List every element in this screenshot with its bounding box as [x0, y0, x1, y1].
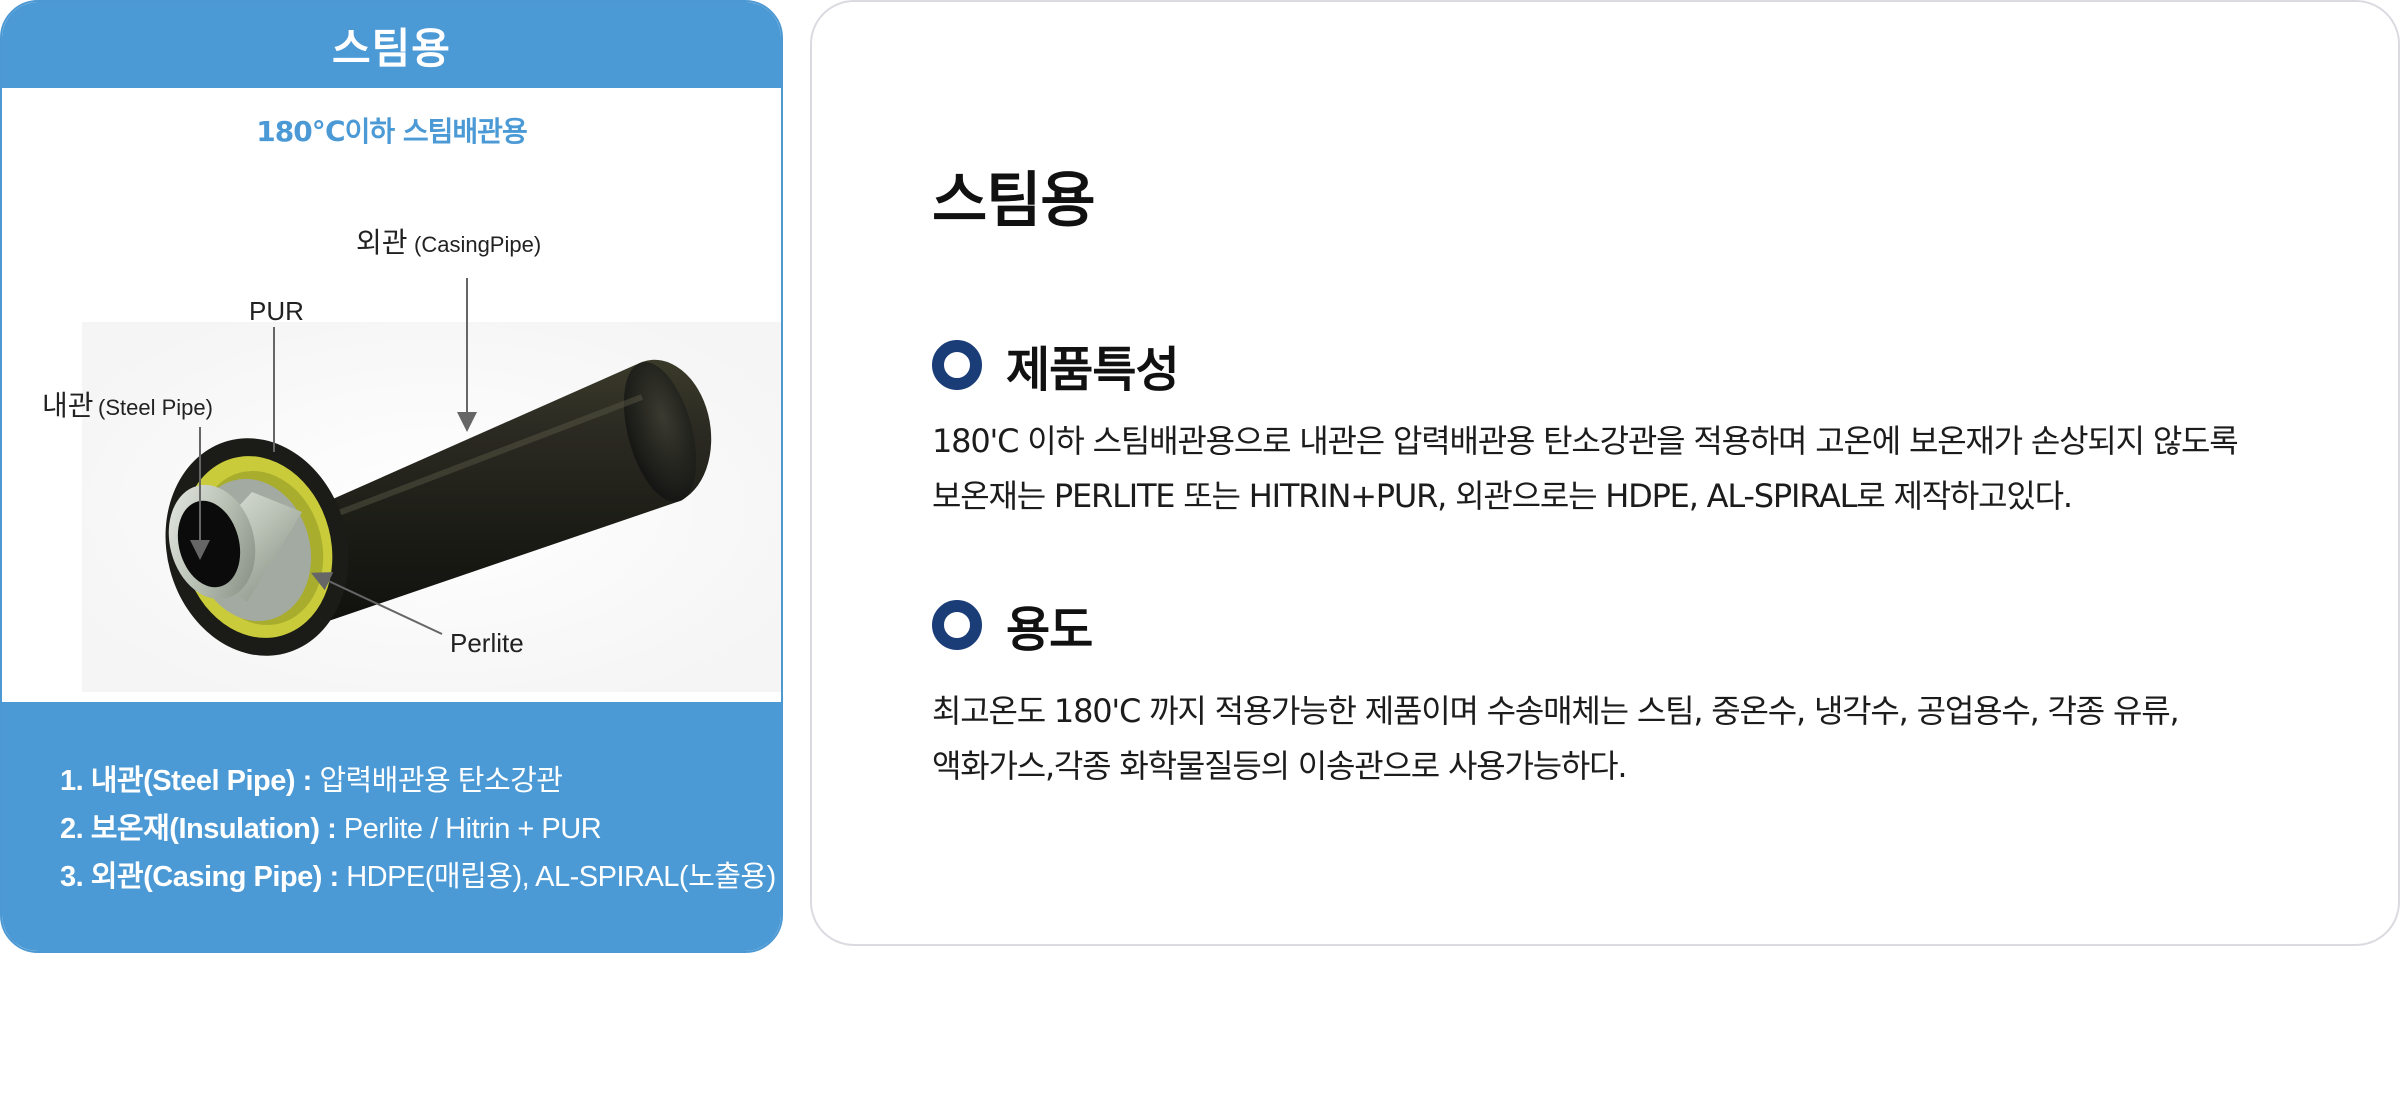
section-heading-usage: 용도: [932, 590, 1093, 660]
spec-key: 2. 보온재(Insulation) :: [60, 813, 344, 845]
paragraph-line: 최고온도 180'C 까지 적용가능한 제품이며 수송매체는 스팀, 중온수, …: [932, 692, 2180, 730]
label-perlite: Perlite: [450, 628, 524, 658]
spec-item: 3. 외관(Casing Pipe) : HDPE(매립용), AL-SPIRA…: [60, 853, 776, 901]
label-casing-en: (CasingPipe): [414, 232, 541, 257]
spec-item: 2. 보온재(Insulation) : Perlite / Hitrin + …: [60, 805, 761, 853]
circle-bullet-icon: [932, 340, 982, 390]
section-title: 제품특성: [1006, 342, 1180, 398]
card-footer: 1. 내관(Steel Pipe) : 압력배관용 탄소강관 2. 보온재(In…: [2, 702, 781, 951]
label-casing: 외관: [356, 227, 408, 258]
spec-key: 1. 내관(Steel Pipe) :: [60, 765, 320, 797]
usage-paragraph: 최고온도 180'C 까지 적용가능한 제품이며 수송매체는 스팀, 중온수, …: [932, 684, 2180, 794]
section-title: 용도: [1006, 602, 1093, 658]
spec-value: Perlite / Hitrin + PUR: [343, 813, 602, 845]
spec-value: HDPE(매립용), AL-SPIRAL(노출용): [346, 861, 776, 893]
paragraph-line: 보온재는 PERLITE 또는 HITRIN+PUR, 외관으로는 HDPE, …: [932, 477, 2073, 515]
spec-list: 1. 내관(Steel Pipe) : 압력배관용 탄소강관 2. 보온재(In…: [60, 757, 776, 901]
section-heading-features: 제품특성: [932, 330, 1180, 400]
spec-value: 압력배관용 탄소강관: [319, 765, 563, 797]
pipe-cross-section-image: 외관 (CasingPipe) PUR 내관 (Steel Pipe) Perl…: [42, 227, 781, 692]
spec-key: 3. 외관(Casing Pipe) :: [60, 861, 347, 893]
card-header: 스팀용: [2, 2, 781, 88]
spec-item: 1. 내관(Steel Pipe) : 압력배관용 탄소강관: [60, 757, 761, 805]
paragraph-line: 180'C 이하 스팀배관용으로 내관은 압력배관용 탄소강관을 적용하며 고온…: [932, 422, 2239, 460]
label-pur: PUR: [249, 296, 304, 326]
card-header-title: 스팀용: [332, 23, 451, 73]
features-paragraph: 180'C 이하 스팀배관용으로 내관은 압력배관용 탄소강관을 적용하며 고온…: [932, 414, 2239, 524]
page-title: 스팀용: [932, 166, 1096, 236]
paragraph-line: 액화가스,각종 화학물질등의 이송관으로 사용가능하다.: [932, 747, 1628, 785]
description-panel: 스팀용 제품특성 180'C 이하 스팀배관용으로 내관은 압력배관용 탄소강관…: [810, 0, 2400, 946]
circle-bullet-icon: [932, 600, 982, 650]
card-subtitle: 180℃이하 스팀배관용: [256, 115, 527, 148]
label-inner: 내관: [42, 390, 94, 421]
label-inner-en: (Steel Pipe): [98, 395, 213, 420]
product-card: 스팀용 180℃이하 스팀배관용 외관 (CasingPipe) PUR 내관 …: [0, 0, 783, 953]
